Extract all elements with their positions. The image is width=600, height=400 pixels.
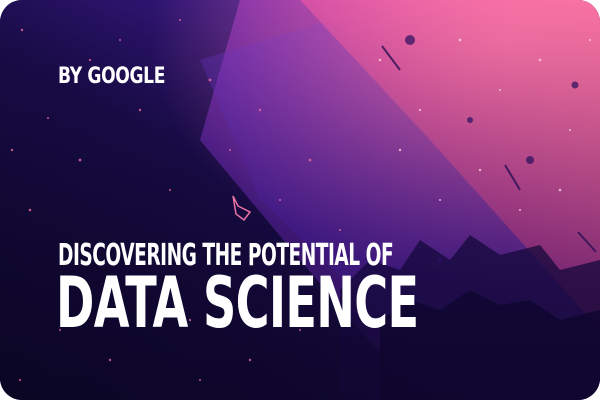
hero-card[interactable]: BY GOOGLE DISCOVERING THE POTENTIAL OF D… xyxy=(0,0,600,400)
byline: BY GOOGLE xyxy=(58,64,166,89)
headline: DATA SCIENCE xyxy=(56,262,419,344)
